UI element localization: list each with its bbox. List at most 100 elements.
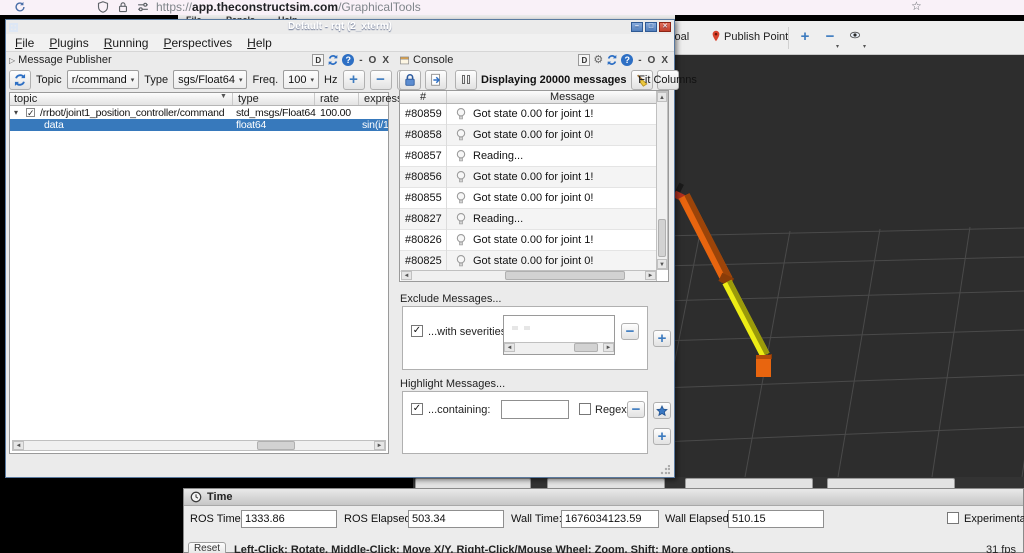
highlight-messages-label: Highlight Messages... [400,378,506,390]
col-topic[interactable]: topic [14,93,37,105]
refresh-topics-button[interactable] [9,69,31,90]
dock-button[interactable]: D [312,54,325,66]
console-message-row[interactable]: #80855 Got state 0.00 for joint 0! [400,187,656,209]
menu-perspectives[interactable]: Perspectives [163,36,232,50]
console-vscrollbar[interactable]: ▲ ▼ [656,91,668,270]
bookmark-star-icon[interactable]: ☆ [911,0,922,13]
help-icon[interactable]: ? [342,54,355,66]
column-divider [446,229,447,251]
menu-help[interactable]: Help [247,36,272,50]
message-number: #80855 [405,192,442,204]
fit-columns-button[interactable]: Fit Columns [638,69,697,90]
shield-icon[interactable] [97,1,109,13]
regex-checkbox[interactable] [579,403,591,415]
containing-filter-checkbox[interactable]: ✓ [411,403,423,415]
console-message-row[interactable]: #80856 Got state 0.00 for joint 1! [400,166,656,188]
console-message-list[interactable]: #80859 Got state 0.00 for joint 1! #8085… [400,104,656,272]
dock-float-button[interactable]: O [648,55,657,66]
rviz-3d-viewport[interactable] [651,55,1024,478]
menu-running[interactable]: Running [104,36,149,50]
topic-value: r/command [71,73,127,86]
type-combobox[interactable]: sgs/Float64 ▾ [173,70,248,89]
debug-lightbulb-icon [454,149,468,163]
severity-hscrollbar[interactable]: ◄ ► [504,342,614,354]
wall-time-value[interactable]: 1676034123.59 [561,510,659,528]
reload-plugin-icon[interactable] [606,54,618,66]
dock-button[interactable]: D [578,54,591,66]
remove-highlight-filter-button[interactable]: − [627,401,645,418]
dock-minimize-button[interactable]: - [359,55,363,66]
remove-exclude-filter-button[interactable]: − [621,323,639,340]
gear-icon[interactable]: ⚙ [593,54,603,66]
add-publisher-button[interactable]: + [342,69,365,90]
hz-label: Hz [324,73,338,86]
wall-elapsed-value[interactable]: 510.15 [728,510,824,528]
menu-file[interactable]: File [15,36,34,50]
col-type[interactable]: type [238,93,259,105]
col-number[interactable]: # [420,91,426,103]
console-message-row[interactable]: #80859 Got state 0.00 for joint 1! [400,104,656,125]
remove-publisher-button[interactable]: − [369,69,392,90]
pause-scrolling-lock-button[interactable] [399,69,421,90]
pause-button[interactable] [455,69,477,90]
console-table-header[interactable]: # Message [400,91,656,104]
menu-plugins[interactable]: Plugins [49,36,88,50]
col-expression[interactable]: express [364,93,403,105]
window-grid-icon [9,23,18,32]
publisher-hscrollbar[interactable]: ◄ ► [12,440,386,451]
dock-float-button[interactable]: O [369,55,378,66]
experimental-checkbox[interactable] [947,512,959,524]
row-topic-type: std_msgs/Float64 [236,107,316,119]
reset-button[interactable]: Reset [188,542,226,553]
dock-minimize-button[interactable]: - [638,55,642,66]
console-message-row[interactable]: #80826 Got state 0.00 for joint 1! [400,229,656,251]
help-icon[interactable]: ? [621,54,634,66]
reload-icon[interactable] [14,1,26,13]
containing-text-input[interactable] [501,400,569,419]
close-button[interactable]: ✕ [659,22,671,32]
add-highlight-filter-button[interactable]: + [653,428,671,445]
topic-combobox[interactable]: r/command ▾ [66,70,140,89]
publisher-row-topic[interactable]: ▾ ✓ /rrbot/joint1_position_controller/co… [10,107,388,119]
collapse-triangle-icon[interactable]: ▷ [9,56,15,65]
minimize-button[interactable]: – [631,22,643,32]
console-status-text: Displaying 20000 messages [481,73,627,86]
zoom-out-button[interactable]: − ▾ [820,29,840,51]
rqt-titlebar[interactable]: Default - rqt (2_xterm) – □ ✕ [6,20,674,34]
ros-elapsed-value[interactable]: 503.34 [408,510,504,528]
reload-plugin-icon[interactable] [327,54,339,66]
zoom-in-button[interactable]: + [795,29,815,47]
severity-item[interactable] [524,326,530,330]
url-text[interactable]: https://app.theconstructsim.com/Graphica… [156,0,421,14]
severity-list[interactable]: ◄ ► [503,315,615,355]
window-resize-grip[interactable] [660,465,670,475]
ros-time-value[interactable]: 1333.86 [241,510,337,528]
col-rate[interactable]: rate [320,93,339,105]
add-exclude-filter-button[interactable]: + [653,330,671,347]
save-messages-button[interactable] [425,69,447,90]
dock-close-button[interactable]: X [661,55,669,66]
console-message-row[interactable]: #80827 Reading... [400,208,656,230]
dock-close-button[interactable]: X [382,55,390,66]
highlight-messages-group: ✓ ...containing: Regex − [402,391,648,454]
camera-view-button[interactable]: ▾ [845,29,866,50]
freq-combobox[interactable]: 100 ▾ [283,70,320,89]
highlight-star-button[interactable] [653,402,671,419]
expander-icon[interactable]: ▾ [14,108,18,117]
console-message-row[interactable]: #80825 Got state 0.00 for joint 0! [400,250,656,272]
publisher-table-header[interactable]: topic ▼ type rate express [10,93,403,106]
console-hscrollbar[interactable]: ◄ ► [401,270,657,281]
col-message[interactable]: Message [550,91,595,103]
row-data-name: data [44,119,64,131]
topic-enabled-checkbox[interactable]: ✓ [26,108,35,118]
publisher-row-data-selected[interactable]: data float64 sin(i/10 [10,119,388,131]
maximize-button[interactable]: □ [645,22,657,32]
console-message-row[interactable]: #80857 Reading... [400,145,656,167]
time-panel-titlebar[interactable]: Time [184,489,1023,506]
severities-filter-checkbox[interactable]: ✓ [411,325,423,337]
debug-lightbulb-icon [454,128,468,142]
lock-icon[interactable] [117,1,129,13]
console-message-row[interactable]: #80858 Got state 0.00 for joint 0! [400,124,656,146]
tune-icon[interactable] [137,1,149,13]
publish-point-tool-button[interactable]: Publish Point [724,31,788,43]
